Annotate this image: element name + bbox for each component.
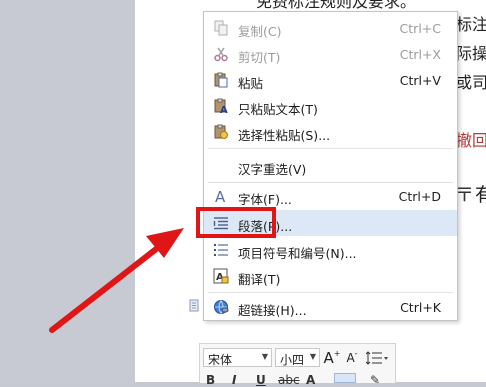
menu-item-copy[interactable]: 复制(C) Ctrl+C [204, 15, 457, 41]
menu-item-shortcut: Ctrl+C [399, 21, 441, 36]
svg-text:A: A [220, 105, 228, 114]
grow-font-plus-icon: + [333, 349, 341, 358]
strikethrough-button[interactable]: abc [278, 373, 300, 387]
italic-button[interactable]: I [232, 373, 236, 387]
menu-item-shortcut: Ctrl+D [398, 189, 441, 204]
menu-item-label: 项目符号和编号(N)... [238, 246, 357, 261]
grow-font-button[interactable]: A + [323, 348, 341, 367]
menu-item-label: 复制(C) [238, 24, 282, 39]
menu-item-paste-text-only[interactable]: A 只粘贴文本(T) [204, 93, 457, 119]
context-menu: 复制(C) Ctrl+C 剪切(T) Ctrl+X 粘贴 Ctrl+V A 只粘… [203, 11, 458, 321]
annotation-highlight-box [196, 207, 276, 238]
font-icon: A [212, 187, 230, 205]
translate-icon: A [212, 267, 230, 285]
menu-item-label: 超链接(H)... [238, 303, 307, 318]
chevron-down-icon: ▼ [309, 352, 316, 361]
format-painter-icon[interactable]: ✎ [370, 373, 380, 387]
line-spacing-icon [366, 350, 388, 365]
mini-format-toolbar: 宋体 ▼ 小四 ▼ A + A- B I U abc A ✎ [199, 343, 396, 387]
underline-button[interactable]: U [256, 373, 266, 387]
menu-item-cut[interactable]: 剪切(T) Ctrl+X [204, 41, 457, 67]
hyperlink-icon [212, 298, 230, 316]
menu-item-shortcut: Ctrl+V [399, 73, 441, 88]
cut-icon [212, 45, 230, 63]
menu-item-label: 汉字重选(V) [238, 162, 307, 177]
menu-item-label: 选择性粘贴(S)... [238, 128, 331, 143]
menu-item-reselect-hanzi[interactable]: 汉字重选(V) [204, 153, 457, 179]
bullets-icon [212, 241, 230, 259]
menu-item-label: 粘贴 [238, 76, 264, 91]
paste-icon [212, 71, 230, 89]
grow-font-label: A [323, 348, 334, 367]
font-name-value: 宋体 [208, 353, 233, 367]
bold-button[interactable]: B [206, 373, 215, 387]
menu-item-font[interactable]: A 字体(F)... Ctrl+D [204, 183, 457, 209]
menu-item-label: 剪切(T) [238, 50, 281, 65]
menu-item-label: 翻译(T) [238, 272, 281, 287]
menu-separator [208, 148, 453, 149]
line-spacing-button[interactable] [364, 348, 390, 367]
svg-text:A: A [215, 188, 226, 204]
paste-text-icon: A [212, 97, 230, 115]
paste-special-icon [212, 123, 230, 141]
menu-item-paste-special[interactable]: 选择性粘贴(S)... [204, 119, 457, 145]
menu-item-bullets-numbering[interactable]: 项目符号和编号(N)... [204, 237, 457, 263]
font-size-select[interactable]: 小四 ▼ [275, 348, 320, 367]
menu-separator [208, 292, 453, 293]
menu-item-paste[interactable]: 粘贴 Ctrl+V [204, 67, 457, 93]
shrink-font-button[interactable]: A- [344, 348, 360, 367]
menu-item-label: 字体(F)... [238, 192, 292, 207]
font-size-value: 小四 [280, 353, 305, 367]
menu-item-hyperlink[interactable]: 超链接(H)... Ctrl+K [204, 294, 457, 320]
shrink-font-minus-icon: - [354, 349, 358, 358]
menu-item-shortcut: Ctrl+X [399, 47, 441, 62]
copy-icon [212, 19, 230, 37]
font-color-button[interactable]: A [306, 373, 315, 387]
menu-item-shortcut: Ctrl+K [400, 300, 441, 315]
font-name-select[interactable]: 宋体 ▼ [203, 348, 272, 367]
shrink-font-label: A [346, 350, 355, 365]
menu-item-translate[interactable]: A 翻译(T) [204, 263, 457, 289]
menu-item-label: 只粘贴文本(T) [238, 102, 318, 117]
chevron-down-icon: ▼ [261, 352, 268, 361]
